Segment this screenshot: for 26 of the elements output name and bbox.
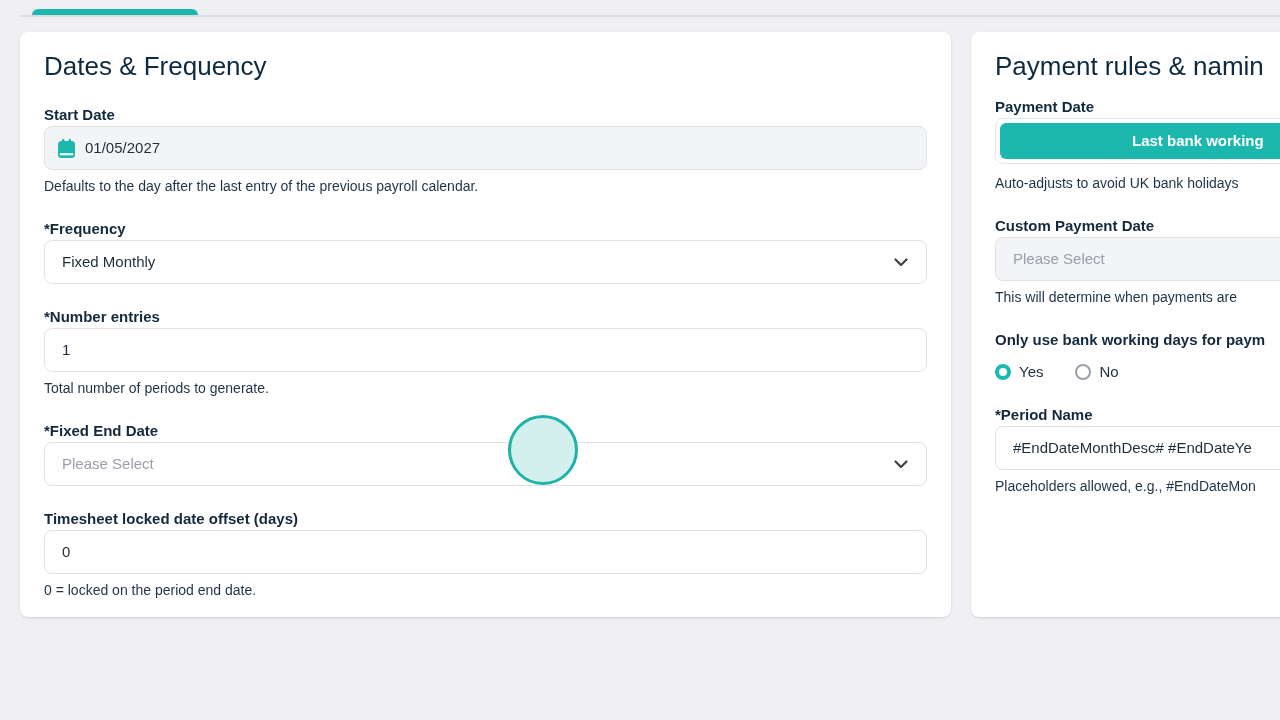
radio-option[interactable]: Yes	[995, 360, 1044, 384]
field-label: *Period Name	[995, 405, 1094, 425]
card-title: Dates & Frequency	[44, 50, 268, 82]
radio-option[interactable]: No	[1075, 360, 1119, 384]
text-field[interactable]: #EndDateMonthDesc# #EndDateYe	[995, 426, 1280, 470]
help-text: Auto-adjusts to avoid UK bank holidays	[995, 174, 1240, 193]
field-label: Timesheet locked date offset (days)	[44, 509, 299, 529]
chevron-down-icon	[894, 257, 908, 267]
field-label: Payment Date	[995, 97, 1096, 117]
chevron-down-icon	[894, 459, 908, 469]
calendar-icon	[58, 138, 75, 158]
field-label: Custom Payment Date	[995, 216, 1156, 236]
select-field[interactable]: Fixed Monthly	[44, 240, 927, 284]
text-field[interactable]: 1	[44, 328, 927, 372]
help-text: 0 = locked on the period end date.	[44, 581, 258, 600]
field-label: *Fixed End Date	[44, 421, 160, 441]
field-label: *Frequency	[44, 219, 127, 239]
field-label: *Number entries	[44, 307, 161, 327]
help-text: Total number of periods to generate.	[44, 379, 270, 398]
field-label: Only use bank working days for paym	[995, 330, 1267, 350]
text-field[interactable]: 0	[44, 530, 927, 574]
card-title: Payment rules & namin	[995, 50, 1265, 82]
help-text: Defaults to the day after the last entry of the previous payroll calendar.	[44, 177, 480, 196]
help-text: This will determine when payments are	[995, 288, 1238, 307]
field-label: Start Date	[44, 105, 116, 125]
help-text: Placeholders allowed, e.g., #EndDateMon	[995, 477, 1257, 496]
